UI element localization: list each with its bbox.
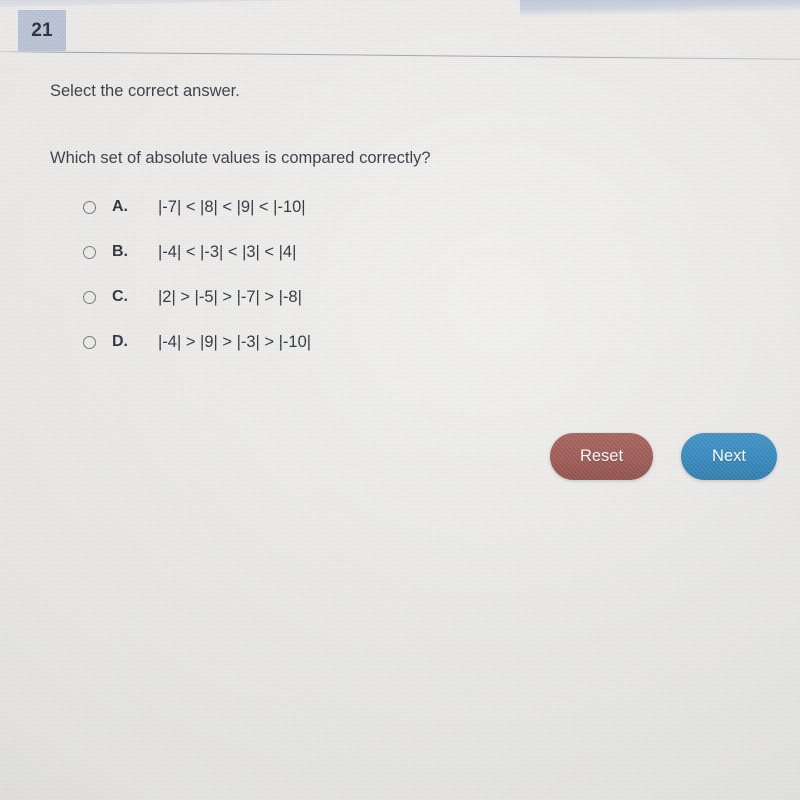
radio-button-c[interactable] (83, 291, 96, 304)
question-prompt-text: Which set of absolute values is compared… (50, 149, 431, 167)
answer-options-list: A. |-7| < |8| < |9| < |-10| B. |-4| < |-… (0, 198, 800, 378)
option-text-d[interactable]: |-4| > |9| > |-3| > |-10| (158, 333, 311, 352)
next-button[interactable]: Next (681, 433, 777, 480)
option-text-b[interactable]: |-4| < |-3| < |3| < |4| (158, 243, 296, 262)
option-row-c[interactable]: C. |2| > |-5| > |-7| > |-8| (0, 288, 800, 333)
option-row-d[interactable]: D. |-4| > |9| > |-3| > |-10| (0, 333, 800, 378)
option-letter-a: A. (112, 198, 128, 215)
option-row-a[interactable]: A. |-7| < |8| < |9| < |-10| (0, 198, 800, 243)
radio-button-a[interactable] (83, 201, 96, 214)
action-buttons: Reset Next (0, 433, 800, 483)
option-letter-d: D. (112, 333, 128, 350)
radio-button-b[interactable] (83, 246, 96, 259)
option-letter-c: C. (112, 288, 128, 305)
reset-button[interactable]: Reset (550, 433, 653, 480)
quiz-screen: 21 Select the correct answer. Which set … (0, 0, 800, 800)
instruction-text: Select the correct answer. (50, 82, 240, 100)
radio-button-d[interactable] (83, 336, 96, 349)
option-text-c[interactable]: |2| > |-5| > |-7| > |-8| (158, 288, 302, 307)
option-row-b[interactable]: B. |-4| < |-3| < |3| < |4| (0, 243, 800, 288)
option-letter-b: B. (112, 243, 128, 260)
question-content: Select the correct answer. Which set of … (0, 0, 800, 800)
option-text-a[interactable]: |-7| < |8| < |9| < |-10| (158, 198, 306, 217)
